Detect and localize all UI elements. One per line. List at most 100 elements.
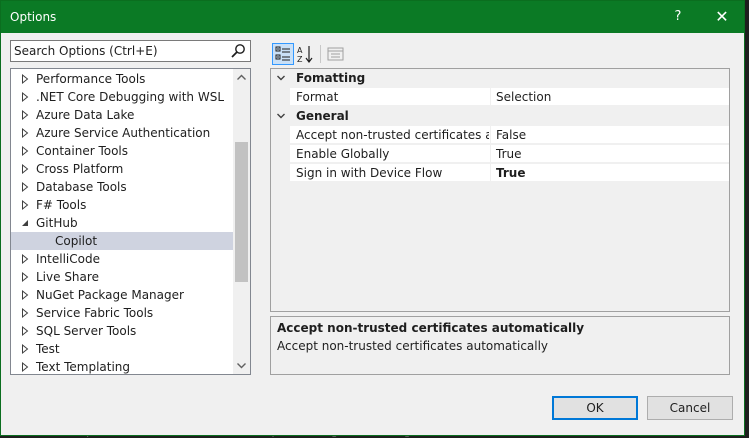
description-panel: Accept non-trusted certificates automati… — [270, 316, 730, 375]
scroll-thumb[interactable] — [235, 142, 248, 282]
property-name: Format — [296, 90, 339, 104]
property-value[interactable]: Selection — [496, 88, 551, 106]
options-tree: Performance Tools .NET Core Debugging wit… — [10, 68, 251, 375]
property-row[interactable]: Format Selection — [290, 88, 729, 106]
ok-button[interactable]: OK — [552, 396, 638, 420]
tree-item-label: Azure Service Authentication — [36, 126, 211, 140]
tree-item-label: Copilot — [55, 234, 98, 248]
collapsed-arrow-icon[interactable] — [20, 178, 30, 196]
property-name: Enable Globally — [296, 147, 390, 161]
tree-item[interactable]: Performance Tools — [11, 70, 233, 88]
grid-category-label: Fomatting — [296, 71, 366, 85]
property-row[interactable]: Enable Globally True — [290, 145, 729, 163]
property-value[interactable]: True — [496, 164, 525, 182]
tree-item[interactable]: .NET Core Debugging with WSL — [11, 88, 233, 106]
tree-item-label: Service Fabric Tools — [36, 306, 154, 320]
search-icon[interactable] — [230, 43, 246, 59]
property-value[interactable]: False — [496, 126, 526, 144]
tree-item-label: NuGet Package Manager — [36, 288, 184, 302]
tree-item[interactable]: Database Tools — [11, 178, 233, 196]
categorized-icon — [275, 46, 290, 61]
close-button[interactable]: ✕ — [709, 5, 735, 29]
tree-item-label: Live Share — [36, 270, 99, 284]
tree-scrollbar[interactable] — [233, 69, 250, 374]
scroll-up-icon[interactable] — [233, 69, 250, 86]
alphabetical-button[interactable]: A Z — [295, 43, 317, 65]
tree-item[interactable]: GitHub — [11, 214, 233, 232]
collapsed-arrow-icon[interactable] — [20, 160, 30, 178]
column-divider[interactable] — [490, 88, 491, 106]
property-grid: Fomatting Format Selection General Accept no… — [270, 68, 730, 312]
tree-item-label: IntelliCode — [36, 252, 100, 266]
collapsed-arrow-icon[interactable] — [20, 268, 30, 286]
collapsed-arrow-icon[interactable] — [20, 106, 30, 124]
tree-item[interactable]: SQL Server Tools — [11, 322, 233, 340]
column-divider[interactable] — [490, 145, 491, 163]
collapsed-arrow-icon[interactable] — [20, 322, 30, 340]
tree-item[interactable]: Azure Service Authentication — [11, 124, 233, 142]
property-value[interactable]: True — [496, 145, 522, 163]
alphabetical-icon: A Z — [297, 46, 313, 64]
options-dialog: Options ? ✕ Performance Tools .NET Core D… — [0, 0, 745, 436]
search-input[interactable] — [14, 43, 224, 59]
tree-item[interactable]: Azure Data Lake — [11, 106, 233, 124]
grid-category[interactable]: Fomatting — [271, 69, 729, 87]
description-text: Accept non-trusted certificates automati… — [277, 339, 549, 353]
tree-item-label: Text Templating — [36, 360, 131, 374]
tree-item[interactable]: Live Share — [11, 268, 233, 286]
collapsed-arrow-icon[interactable] — [20, 358, 30, 375]
tree-item-label: .NET Core Debugging with WSL — [36, 90, 224, 104]
property-name: Accept non-trusted certificates automati… — [296, 128, 489, 142]
tree-item[interactable]: Container Tools — [11, 142, 233, 160]
property-row[interactable]: Sign in with Device Flow True — [290, 164, 729, 182]
tree-item-label: Azure Data Lake — [36, 108, 135, 122]
tree-item-label: GitHub — [36, 216, 78, 230]
collapsed-arrow-icon[interactable] — [20, 340, 30, 358]
tree-item-label: SQL Server Tools — [36, 324, 137, 338]
collapsed-arrow-icon[interactable] — [20, 286, 30, 304]
scroll-down-icon[interactable] — [233, 357, 250, 374]
collapsed-arrow-icon[interactable] — [20, 196, 30, 214]
expanded-arrow-icon[interactable] — [20, 214, 30, 232]
grid-category-label: General — [296, 109, 349, 123]
tree-item-label: Performance Tools — [36, 72, 146, 86]
grid-category[interactable]: General — [271, 107, 729, 125]
tree-item[interactable]: Test — [11, 340, 233, 358]
tree-item-label: Test — [36, 342, 60, 356]
collapsed-arrow-icon[interactable] — [20, 142, 30, 160]
tree-item[interactable]: F# Tools — [11, 196, 233, 214]
property-row[interactable]: Accept non-trusted certificates automati… — [290, 126, 729, 144]
toolbar-separator — [320, 45, 321, 63]
tree-item[interactable]: NuGet Package Manager — [11, 286, 233, 304]
collapsed-arrow-icon[interactable] — [20, 70, 30, 88]
tree-item[interactable]: Copilot — [11, 232, 233, 250]
window-title: Options — [10, 10, 57, 24]
svg-text:Z: Z — [297, 55, 303, 64]
tree-item[interactable]: Cross Platform — [11, 160, 233, 178]
grid-gutter — [271, 69, 290, 311]
tree-item[interactable]: Text Templating — [11, 358, 233, 375]
tree-item-label: Cross Platform — [36, 162, 124, 176]
column-divider[interactable] — [490, 126, 491, 144]
help-button[interactable]: ? — [665, 5, 691, 29]
tree-item[interactable]: IntelliCode — [11, 250, 233, 268]
description-title: Accept non-trusted certificates automati… — [277, 321, 585, 335]
column-divider[interactable] — [490, 164, 491, 182]
categorized-button[interactable] — [272, 43, 294, 65]
search-box — [10, 40, 251, 62]
tree-item-label: Container Tools — [36, 144, 129, 158]
svg-text:A: A — [297, 46, 303, 55]
collapsed-arrow-icon[interactable] — [20, 304, 30, 322]
chevron-down-icon[interactable] — [276, 107, 286, 125]
collapsed-arrow-icon[interactable] — [20, 250, 30, 268]
title-bar: Options ? ✕ — [1, 1, 744, 33]
tree-item[interactable]: Service Fabric Tools — [11, 304, 233, 322]
tree-item-label: Database Tools — [36, 180, 127, 194]
chevron-down-icon[interactable] — [276, 69, 286, 87]
collapsed-arrow-icon[interactable] — [20, 124, 30, 142]
property-pages-icon — [327, 47, 344, 61]
tree-item-label: F# Tools — [36, 198, 87, 212]
collapsed-arrow-icon[interactable] — [20, 88, 30, 106]
property-pages-button[interactable] — [325, 43, 347, 65]
cancel-button[interactable]: Cancel — [647, 396, 733, 420]
